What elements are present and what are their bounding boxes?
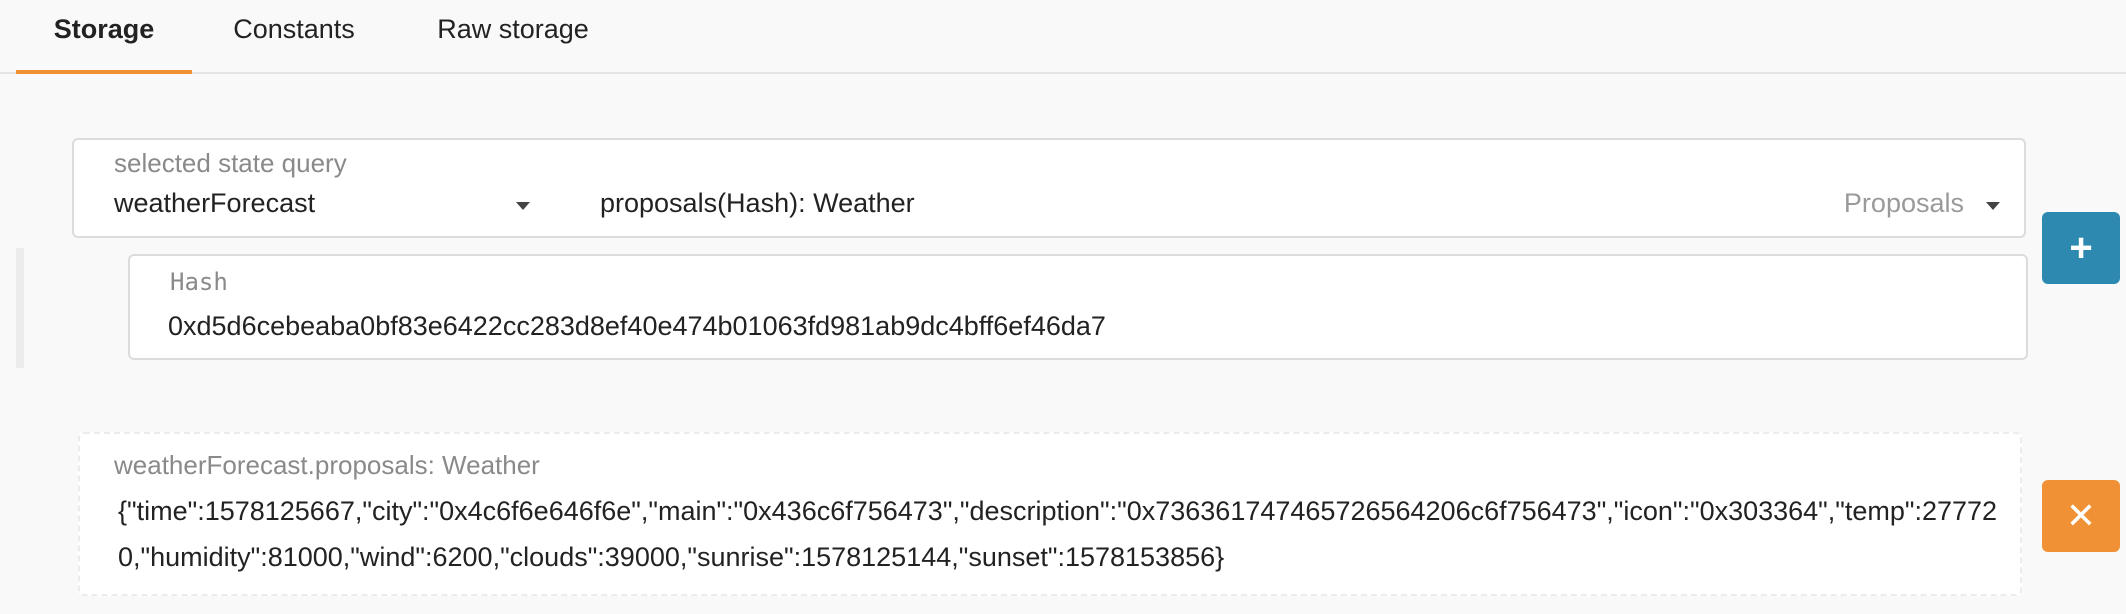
add-query-button[interactable]: + [2042, 212, 2120, 284]
tab-raw-storage-label: Raw storage [437, 14, 589, 44]
module-value: weatherForecast [114, 188, 316, 218]
query-result: weatherForecast.proposals: Weather {"tim… [78, 432, 2022, 596]
tab-constants-label: Constants [233, 14, 355, 44]
result-label: weatherForecast.proposals: Weather [114, 450, 540, 480]
method-value: proposals(Hash): Weather [600, 188, 915, 218]
remove-query-button[interactable]: ✕ [2042, 480, 2120, 552]
page: Storage Constants Raw storage selected s… [0, 0, 2126, 614]
hash-label: Hash [170, 268, 228, 296]
tab-raw-storage[interactable]: Raw storage [418, 0, 608, 72]
selected-state-query-label: selected state query [114, 148, 347, 178]
tab-storage-label: Storage [53, 14, 155, 44]
method-doc-hint: Proposals [1843, 188, 1964, 218]
result-value: {"time":1578125667,"city":"0x4c6f6e646f6… [118, 496, 1998, 572]
chevron-down-icon [1986, 202, 2000, 210]
chevron-down-icon [516, 202, 530, 210]
param-side-strip [16, 248, 24, 368]
tab-constants[interactable]: Constants [212, 0, 376, 72]
plus-icon: + [2069, 225, 2093, 270]
module-dropdown[interactable]: weatherForecast [114, 188, 544, 228]
active-tab-underline [16, 70, 192, 74]
hash-input[interactable] [168, 306, 1988, 346]
tab-bar: Storage Constants Raw storage [0, 0, 2126, 74]
hash-param-field: Hash [128, 254, 2028, 360]
state-query-selector: selected state query weatherForecast pro… [72, 138, 2026, 238]
close-icon: ✕ [2065, 495, 2097, 536]
method-dropdown[interactable]: proposals(Hash): Weather Proposals [600, 188, 2000, 228]
tab-storage[interactable]: Storage [16, 0, 192, 74]
